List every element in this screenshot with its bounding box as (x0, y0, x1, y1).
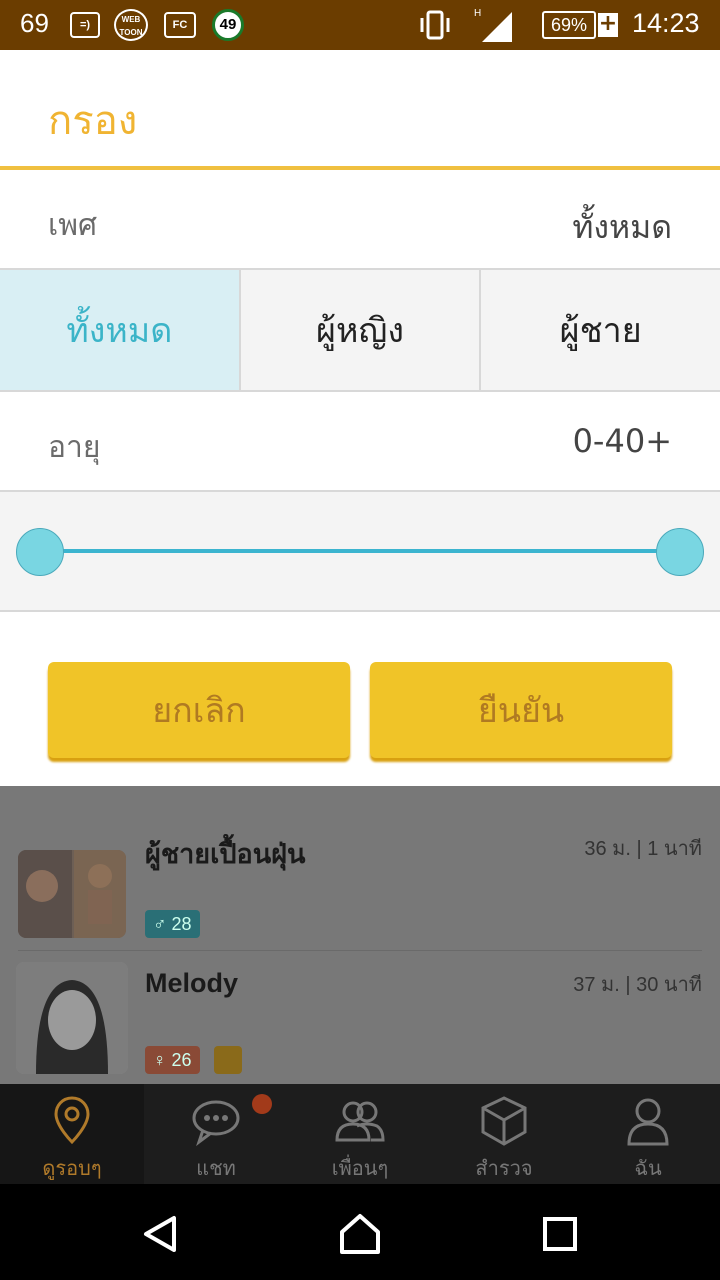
battery-level: 69% (542, 11, 596, 39)
gender-label: เพศ (48, 208, 98, 243)
status-bar: 69 =) WEB TOON FC 49 H 69% + 14:23 (0, 0, 720, 50)
slider-min-thumb[interactable] (16, 528, 64, 576)
bottom-navigation: ดูรอบๆ แชท เพื่อนๆ สำรวจ ฉัน (0, 1084, 720, 1184)
honeycomb-icon (214, 1046, 242, 1074)
distance-time: 37 ม. | 30 นาที (573, 974, 702, 996)
slider-track[interactable] (40, 549, 680, 553)
user-name: ผู้ชายเปื้อนฝุ่น (145, 839, 306, 870)
avatar (18, 850, 126, 938)
nav-item-friends[interactable]: เพื่อนๆ (288, 1084, 432, 1184)
nav-label: แชท (196, 1156, 236, 1180)
person-icon (627, 1098, 669, 1146)
charging-icon: + (598, 11, 618, 37)
list-item[interactable]: ผู้ชายเปื้อนฝุ่น 36 ม. | 1 นาที ♂ 28 (0, 814, 720, 946)
gender-option-male[interactable]: ผู้ชาย (481, 270, 720, 390)
back-icon[interactable] (140, 1214, 180, 1254)
gender-segmented-control: ทั้งหมด ผู้หญิง ผู้ชาย (0, 268, 720, 392)
gender-value: ทั้งหมด (572, 208, 672, 246)
vibrate-icon (420, 10, 450, 40)
title-divider (0, 166, 720, 170)
age-label: อายุ (48, 430, 101, 465)
slider-max-thumb[interactable] (656, 528, 704, 576)
signal-icon: H (474, 8, 512, 42)
nav-item-explore-nearby[interactable]: ดูรอบๆ (0, 1084, 144, 1184)
cancel-button[interactable]: ยกเลิก (48, 662, 350, 758)
gender-age-badge: ♀ 26 (145, 1046, 200, 1074)
user-name: Melody (145, 968, 239, 998)
system-navigation-bar (0, 1184, 720, 1280)
nav-label: ฉัน (634, 1156, 662, 1180)
filter-dialog: กรอง เพศ ทั้งหมด ทั้งหมด ผู้หญิง ผู้ชาย … (0, 50, 720, 786)
message-icon: =) (70, 12, 100, 38)
friends-icon (335, 1101, 385, 1142)
gender-option-all[interactable]: ทั้งหมด (0, 270, 241, 390)
webtoon-icon: WEB TOON (114, 9, 148, 41)
home-icon[interactable] (338, 1212, 382, 1256)
nav-label: ดูรอบๆ (42, 1156, 102, 1180)
notification-count: 69 (20, 8, 49, 38)
list-item[interactable]: Melody 37 ม. | 30 นาที ♀ 26 (0, 950, 720, 1082)
badge-count-icon: 49 (212, 9, 244, 41)
age-range-slider (0, 490, 720, 612)
chat-bubble-icon (192, 1100, 240, 1147)
avatar (16, 962, 128, 1074)
location-pin-icon (54, 1096, 90, 1145)
cube-icon (481, 1096, 527, 1146)
dialog-title: กรอง (48, 98, 138, 144)
chat-unread-dot (252, 1094, 272, 1114)
gender-option-female[interactable]: ผู้หญิง (240, 270, 482, 390)
nav-label: สำรวจ (475, 1156, 533, 1180)
clock: 14:23 (632, 8, 700, 38)
age-value: 0-40+ (572, 422, 672, 460)
nav-label: เพื่อนๆ (331, 1156, 389, 1180)
nearby-user-list: ผู้ชายเปื้อนฝุ่น 36 ม. | 1 นาที ♂ 28 Mel… (0, 786, 720, 1086)
recent-apps-icon[interactable] (542, 1216, 578, 1252)
confirm-button[interactable]: ยืนยัน (370, 662, 672, 758)
fc-icon: FC (164, 12, 196, 38)
distance-time: 36 ม. | 1 นาที (584, 838, 702, 860)
nav-item-me[interactable]: ฉัน (576, 1084, 720, 1184)
gender-age-badge: ♂ 28 (145, 910, 200, 938)
nav-item-discover[interactable]: สำรวจ (432, 1084, 576, 1184)
svg-text:H: H (474, 8, 481, 19)
